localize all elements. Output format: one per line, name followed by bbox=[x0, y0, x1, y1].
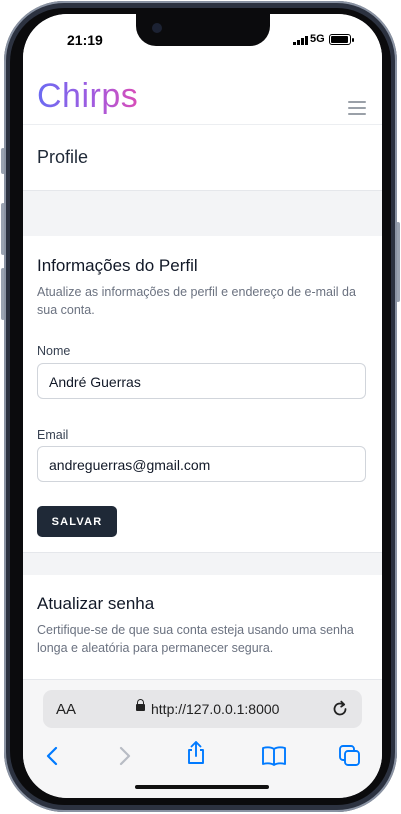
profile-info-heading: Informações do Perfil bbox=[37, 256, 198, 275]
hamburger-menu-icon[interactable] bbox=[348, 101, 366, 115]
bookmarks-icon[interactable] bbox=[261, 743, 287, 769]
screen: 21:19 5G Chirps Profile Informações do P… bbox=[23, 14, 382, 798]
tabs-icon[interactable] bbox=[337, 743, 363, 769]
profile-info-card: Informações do Perfil Atualize as inform… bbox=[23, 236, 382, 553]
home-indicator bbox=[135, 785, 269, 789]
url-text: http://127.0.0.1:8000 bbox=[151, 701, 280, 717]
status-time: 21:19 bbox=[67, 32, 103, 48]
signal-icon bbox=[293, 36, 308, 45]
lock-icon bbox=[136, 699, 145, 711]
text-size-label: AA bbox=[56, 701, 77, 718]
page-title: Profile bbox=[37, 147, 89, 167]
phone-mockup: 21:19 5G Chirps Profile Informações do P… bbox=[0, 0, 401, 814]
back-icon[interactable] bbox=[40, 743, 66, 769]
page-header: Profile bbox=[23, 125, 382, 191]
email-label: Email bbox=[37, 428, 69, 442]
name-input-value: André Guerras bbox=[49, 374, 141, 390]
notch bbox=[136, 14, 270, 46]
browser-toolbar: AA http://127.0.0.1:8000 bbox=[23, 679, 382, 798]
email-input[interactable]: andreguerras@gmail.com bbox=[37, 446, 366, 482]
network-type: 5G bbox=[310, 33, 325, 45]
update-password-description: Certifique-se de que sua conta esteja us… bbox=[37, 623, 354, 655]
reload-icon[interactable] bbox=[330, 699, 350, 719]
name-input[interactable]: André Guerras bbox=[37, 363, 366, 399]
status-bar: 21:19 5G bbox=[23, 14, 382, 66]
app-logo[interactable]: Chirps bbox=[37, 76, 138, 116]
navigation-bar: Chirps bbox=[23, 66, 382, 125]
forward-icon[interactable] bbox=[111, 743, 137, 769]
share-icon[interactable] bbox=[183, 740, 209, 766]
profile-info-description: Atualize as informações de perfil e ende… bbox=[37, 285, 356, 317]
name-label: Nome bbox=[37, 344, 71, 358]
battery-icon bbox=[329, 34, 351, 45]
update-password-heading: Atualizar senha bbox=[37, 594, 155, 613]
battery-tip bbox=[352, 38, 354, 42]
email-input-value: andreguerras@gmail.com bbox=[49, 457, 211, 473]
save-button[interactable]: SALVAR bbox=[37, 506, 117, 537]
camera-icon bbox=[152, 23, 162, 33]
text-size-button[interactable]: AA bbox=[56, 701, 76, 718]
address-bar[interactable]: AA http://127.0.0.1:8000 bbox=[43, 690, 362, 728]
